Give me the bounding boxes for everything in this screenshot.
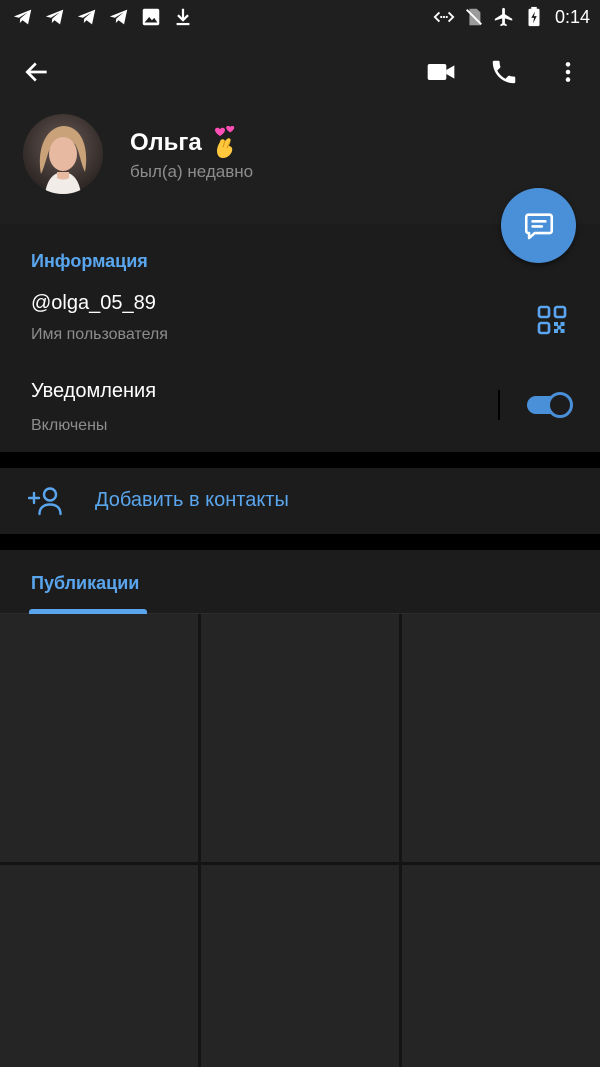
more-vertical-icon	[565, 62, 571, 82]
status-bar: 0:14	[0, 0, 600, 34]
add-contact-row[interactable]: Добавить в контакты	[0, 468, 600, 534]
back-button[interactable]	[18, 54, 54, 90]
qr-code-icon	[537, 305, 567, 335]
notifications-state: Включены	[31, 417, 108, 434]
notification-icons	[12, 6, 194, 28]
profile-screen: 0:14 Ольга был(а) недавно Информация @ol…	[0, 0, 600, 1067]
info-section: Информация @olga_05_89 Имя пользователя …	[0, 224, 600, 452]
download-icon	[172, 6, 194, 28]
video-camera-icon	[427, 64, 455, 80]
telegram-icon	[12, 6, 34, 28]
username-value[interactable]: @olga_05_89	[31, 292, 156, 315]
grid-cell[interactable]	[201, 614, 399, 862]
avatar-photo	[23, 114, 103, 194]
notifications-divider	[498, 390, 500, 420]
add-person-icon	[27, 486, 62, 516]
voice-call-button[interactable]	[484, 52, 524, 92]
system-icons: 0:14	[433, 6, 590, 28]
telegram-icon	[76, 6, 98, 28]
image-icon	[140, 6, 162, 28]
grid-cell[interactable]	[402, 865, 600, 1067]
username-label: Имя пользователя	[31, 326, 168, 343]
last-seen-status: был(а) недавно	[130, 162, 254, 181]
airplane-mode-icon	[493, 6, 515, 28]
grid-cell[interactable]	[201, 865, 399, 1067]
profile-name: Ольга	[130, 129, 202, 156]
hand-heart-emoji	[214, 126, 234, 158]
publications-tab-bar: Публикации	[0, 550, 600, 614]
publications-grid	[0, 614, 600, 1067]
profile-name-row: Ольга	[130, 126, 242, 160]
message-icon	[524, 212, 553, 239]
data-transfer-icon	[433, 6, 455, 28]
send-message-button[interactable]	[501, 188, 576, 263]
toggle-knob	[547, 392, 573, 418]
qr-code-button[interactable]	[536, 304, 568, 336]
arrow-back-icon	[25, 62, 47, 82]
more-options-button[interactable]	[548, 52, 588, 92]
grid-cell[interactable]	[0, 614, 198, 862]
grid-cell[interactable]	[0, 865, 198, 1067]
avatar[interactable]	[23, 114, 103, 194]
clock: 0:14	[554, 6, 590, 27]
notifications-toggle[interactable]	[527, 392, 573, 418]
telegram-icon	[108, 6, 130, 28]
notifications-title[interactable]: Уведомления	[31, 380, 156, 403]
video-call-button[interactable]	[421, 52, 461, 92]
add-contact-label: Добавить в контакты	[95, 489, 289, 511]
phone-icon	[492, 60, 516, 84]
info-section-title: Информация	[31, 251, 148, 271]
tab-publications[interactable]: Публикации	[31, 573, 139, 594]
battery-charging-icon	[523, 6, 545, 28]
grid-cell[interactable]	[402, 614, 600, 862]
no-sim-icon	[463, 6, 485, 28]
profile-header: Ольга был(а) недавно	[0, 34, 600, 224]
telegram-icon	[44, 6, 66, 28]
